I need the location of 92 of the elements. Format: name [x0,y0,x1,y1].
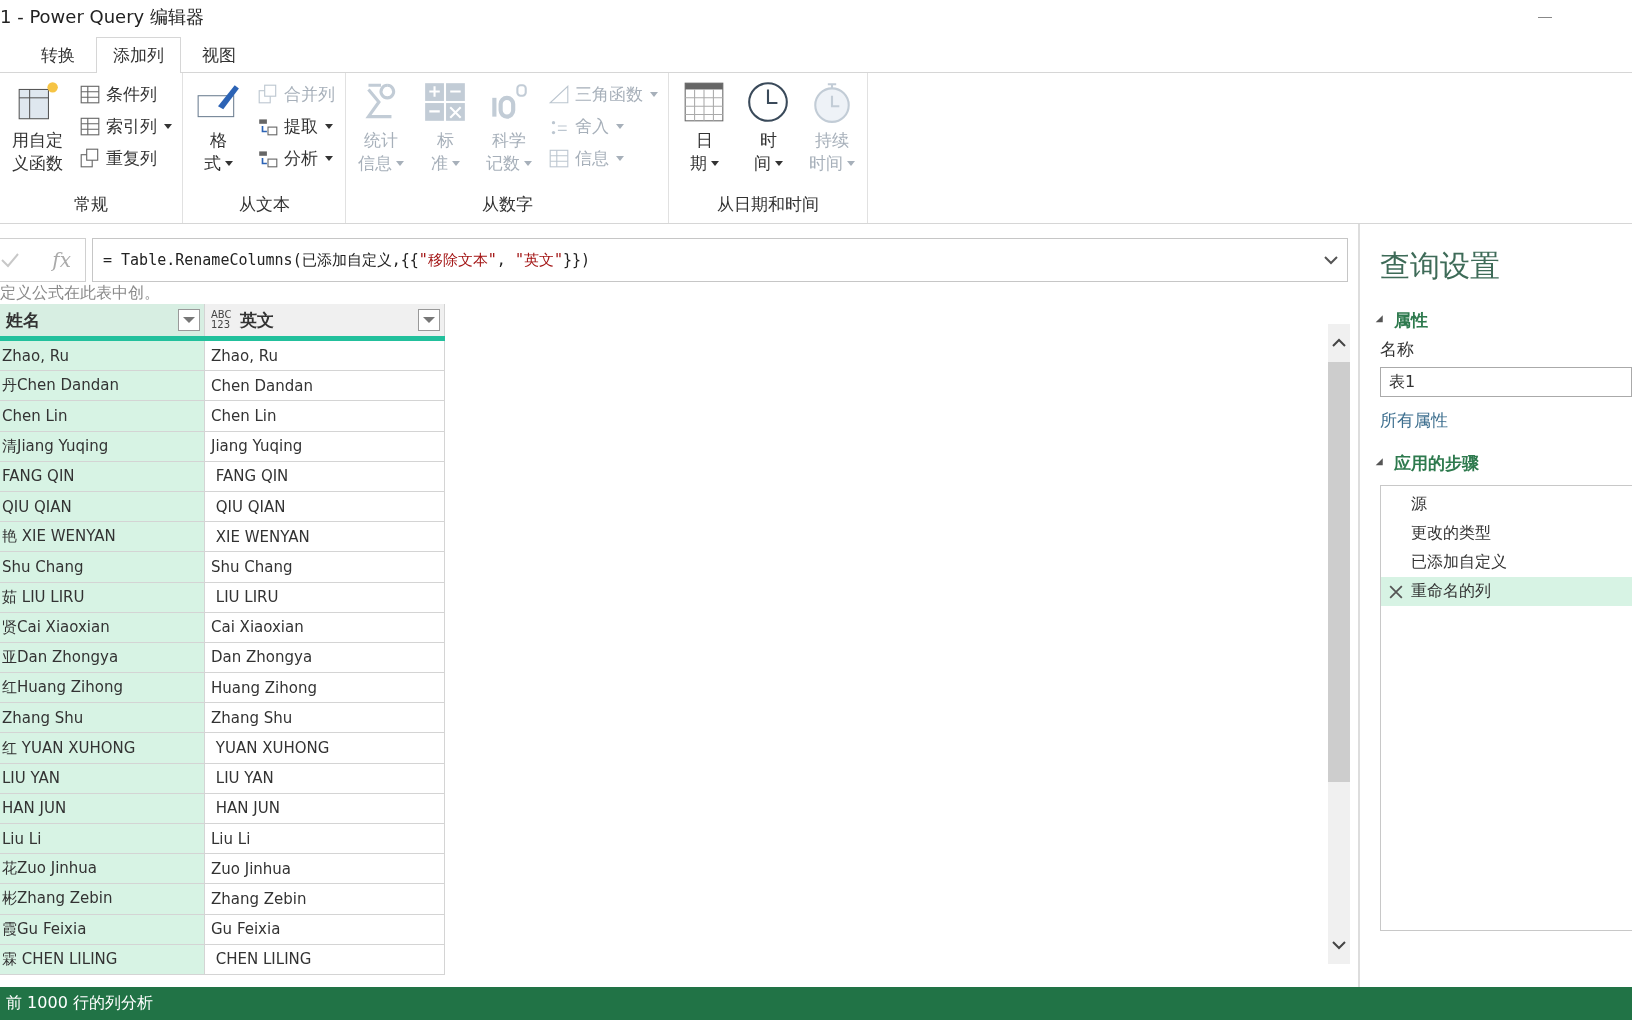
table-cell: Chen Lin [205,401,445,431]
delete-icon[interactable] [1389,584,1403,599]
group-label: 从数字 [481,193,533,216]
window-title: 1 - Power Query 编辑器 [0,5,204,29]
table-cell: Huang Zihong [205,673,445,703]
clock-icon [745,79,791,125]
filter-dropdown[interactable] [418,309,440,331]
column-name: 姓名 [6,308,41,332]
table-cell: LIU YAN [205,763,445,793]
table-cell: Chen Dandan [205,371,445,401]
group-label: 从日期和时间 [717,193,819,216]
table-cell: 茹 LIU LIRU [0,582,205,612]
column-name: 英文 [239,308,275,332]
table-cell: Zhao, Ru [205,341,445,371]
scrollbar[interactable] [1328,324,1350,964]
step-item[interactable]: 重命名的列 [1381,577,1632,606]
table-cell: 花Zuo Jinhua [0,854,205,884]
table-cell: Jiang Yuqing [205,431,445,461]
table-cell: Zhang Shu [0,703,205,733]
ribbon-button[interactable]: 时 间 [739,77,797,193]
ribbon-button[interactable]: 重复列 [75,143,176,173]
formula-field[interactable]: = Table.RenameColumns(已添加自定义,{{"移除文本", "英文"}}) [92,238,1348,282]
table-cell: 亚Dan Zhongya [0,642,205,673]
table-cell: HAN JUN [205,793,445,823]
step-item[interactable]: 源 [1381,490,1632,519]
group-label: 从文本 [238,193,290,216]
table-cell: Zuo Jinhua [205,854,445,884]
table-cell: QIU QIAN [205,491,445,522]
table-cell: 艳 XIE WENYAN [0,522,205,552]
table-cell: LIU LIRU [205,582,445,612]
table-cell: Zhang Zebin [205,884,445,914]
table-icon [79,115,101,137]
merge-icon [257,83,279,105]
step-item[interactable]: 更改的类型 [1381,519,1632,548]
table-cell: Gu Feixia [205,914,445,944]
minimize-icon[interactable] [1538,16,1552,18]
table-cell: 丹Chen Dandan [0,371,205,401]
table-cell: Chen Lin [0,401,205,431]
ribbon-tab[interactable]: 添加列 [96,37,181,73]
table-cell: Zhang Shu [205,703,445,733]
tooltip-text: 。 [144,283,160,302]
table-cell: 红 YUAN XUHONG [0,733,205,763]
table-cell: FANG QIN [0,461,205,491]
table-icon [79,83,101,105]
table-cell: Dan Zhongya [205,642,445,673]
table-cell: 彬Zhang Zebin [0,884,205,914]
table-cell: Liu Li [0,824,205,854]
section-title: 属性 [1394,309,1428,332]
table-cell: Shu Chang [0,552,205,582]
table-cell: CHEN LILING [205,944,445,974]
ribbon-tab[interactable]: 视图 [185,37,253,73]
type-icon[interactable]: ABC 123 [211,310,232,330]
table-cell: YUAN XUHONG [205,733,445,763]
table-cell: 红Huang Zihong [0,673,205,703]
panel-title: 查询设置 [1380,247,1501,285]
ribbon-button[interactable]: 提取 [253,111,339,141]
ribbon-button[interactable]: 分析 [253,143,339,173]
table-cell: FANG QIN [205,461,445,491]
group-label: 常规 [74,193,108,216]
filter-dropdown[interactable] [178,309,200,331]
all-properties-link[interactable]: 所有属性 [1380,409,1632,432]
ribbon-tab[interactable]: 转换 [24,37,92,73]
table-cell: 霖 CHEN LILING [0,944,205,974]
table-cell: Liu Li [205,824,445,854]
info-grid-icon [548,147,570,169]
status-text: 前 1000 行的列分析 [5,993,153,1014]
scroll-up-icon[interactable] [1331,338,1347,348]
table-cell: Shu Chang [205,552,445,582]
ribbon-button[interactable]: 条件列 [75,79,176,109]
table-cell: LIU YAN [0,763,205,793]
ribbon-button[interactable]: 用自定 义函数 [6,77,69,193]
ribbon-button[interactable]: 索引列 [75,111,176,141]
copy-icon [79,147,101,169]
scroll-down-icon[interactable] [1331,940,1347,950]
column-header[interactable]: 姓名 [0,304,205,336]
table-cell: 霞Gu Feixia [0,914,205,944]
ribbon-button[interactable]: 日 期 [675,77,733,193]
step-item[interactable]: 已添加自定义 [1381,548,1632,577]
table-cell: 清Jiang Yuqing [0,431,205,461]
tooltip-text: 定义公式在此表中创 [0,283,144,302]
chevron-down-icon[interactable] [1323,255,1339,265]
section-title: 应用的步骤 [1394,452,1479,475]
table-cell: Cai Xiaoxian [205,612,445,642]
table-cell: Zhao, Ru [0,341,205,371]
table-cell: HAN JUN [0,793,205,823]
table-cell: QIU QIAN [0,491,205,522]
table-cell: XIE WENYAN [205,522,445,552]
field-label: 名称 [1380,338,1415,361]
table-cell: 贤Cai Xiaoxian [0,612,205,642]
triangle-icon [548,83,570,105]
ribbon-button[interactable]: 格 式 [189,77,247,193]
name-field[interactable]: 表1 [1380,367,1632,397]
